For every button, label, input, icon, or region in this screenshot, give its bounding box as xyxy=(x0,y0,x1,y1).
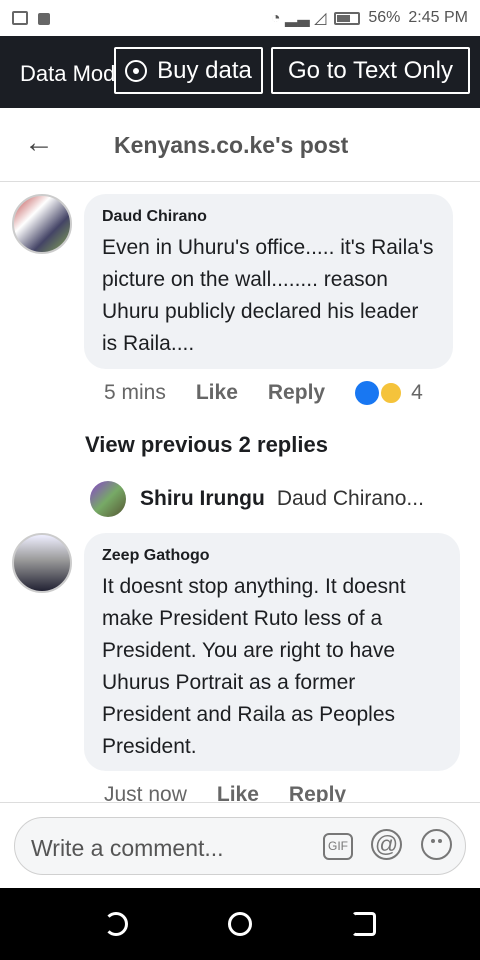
battery-level: 56% xyxy=(368,9,401,26)
status-bar: ◔ ▂▃ ◿ 56% 2:45 PM xyxy=(0,0,480,36)
like-button[interactable]: Like xyxy=(196,381,238,405)
avatar[interactable] xyxy=(12,533,72,593)
avatar[interactable] xyxy=(12,194,72,254)
comment-input[interactable]: Write a comment... GIF @ xyxy=(14,817,466,875)
comment-text: Even in Uhuru's office..... it's Raila's… xyxy=(102,236,434,355)
comment-bubble[interactable]: Daud Chirano Even in Uhuru's office.....… xyxy=(84,194,453,369)
like-reaction-icon xyxy=(355,381,380,405)
android-navigation-bar xyxy=(0,888,480,960)
clock: 2:45 PM xyxy=(408,9,468,26)
broadcast-icon xyxy=(125,59,148,82)
comment-actions: 5 mins Like Reply 4 xyxy=(104,381,423,405)
comment-author[interactable]: Daud Chirano xyxy=(102,208,435,226)
recents-icon[interactable] xyxy=(352,912,376,936)
buy-data-label: Buy data xyxy=(157,56,252,84)
mention-icon[interactable]: @ xyxy=(371,829,402,860)
reply-author: Shiru Irungu xyxy=(140,487,265,510)
data-mode-label: Data Mode xyxy=(20,61,120,86)
post-header: ← Kenyans.co.ke's post xyxy=(0,108,480,182)
comment-bubble[interactable]: Zeep Gathogo It doesnt stop anything. It… xyxy=(84,533,460,771)
haha-reaction-icon xyxy=(379,381,404,405)
comment-author[interactable]: Zeep Gathogo xyxy=(102,547,442,565)
reply-text: Daud Chirano... xyxy=(276,487,424,510)
data-mode-bar: Data Mode Buy data Go to Text Only xyxy=(0,36,480,108)
signal-icon: ◔ ▂▃ ◿ xyxy=(270,10,327,27)
reply-button[interactable]: Reply xyxy=(268,381,325,405)
lock-icon xyxy=(38,13,50,25)
back-arrow-icon[interactable]: ← xyxy=(24,128,54,158)
reactions[interactable]: 4 xyxy=(355,381,423,405)
comment-placeholder: Write a comment... xyxy=(31,835,224,861)
buy-data-button[interactable]: Buy data xyxy=(114,47,263,94)
page-title: Kenyans.co.ke's post xyxy=(114,132,349,158)
gif-icon[interactable]: GIF xyxy=(323,833,353,860)
battery-icon xyxy=(334,11,361,25)
view-previous-replies[interactable]: View previous 2 replies xyxy=(85,432,328,458)
comment-text: It doesnt stop anything. It doesnt make … xyxy=(102,575,406,758)
emoji-icon[interactable] xyxy=(421,829,452,860)
reply-preview[interactable]: Shiru Irungu Daud Chirano... xyxy=(90,479,424,519)
avatar xyxy=(90,481,126,517)
home-icon[interactable] xyxy=(228,912,252,936)
comment-time: 5 mins xyxy=(104,381,166,404)
reaction-count: 4 xyxy=(411,381,423,404)
text-only-button[interactable]: Go to Text Only xyxy=(271,47,470,94)
gallery-icon xyxy=(12,11,28,25)
comment-composer: Write a comment... GIF @ xyxy=(0,802,480,888)
back-icon[interactable] xyxy=(104,912,128,936)
